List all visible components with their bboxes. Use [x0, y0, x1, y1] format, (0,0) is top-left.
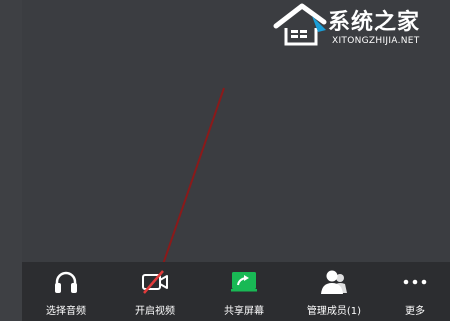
- more-dots-icon: [403, 279, 427, 285]
- house-logo-icon: [273, 3, 327, 46]
- video-camera-off-icon: [142, 270, 168, 294]
- select-audio-label: 选择音频: [46, 306, 86, 317]
- left-edge-strip: [0, 0, 22, 321]
- meeting-toolbar: 选择音频 开启视频 共享屏幕 管理成员(1) 更多: [22, 262, 450, 321]
- watermark-title: 系统之家: [328, 10, 421, 35]
- more-label: 更多: [405, 306, 425, 317]
- share-screen-label: 共享屏幕: [224, 306, 264, 317]
- share-screen-icon: [231, 272, 257, 292]
- manage-members-label: 管理成员(1): [306, 306, 362, 317]
- site-watermark: 系统之家 XITONGZHIJIA.NET: [272, 2, 448, 50]
- manage-members-button[interactable]: 管理成员(1): [288, 262, 380, 321]
- watermark-url: XITONGZHIJIA.NET: [332, 36, 420, 46]
- start-video-label: 开启视频: [135, 306, 175, 317]
- headphones-icon: [55, 271, 77, 293]
- start-video-button[interactable]: 开启视频: [110, 262, 200, 321]
- share-screen-button[interactable]: 共享屏幕: [200, 262, 288, 321]
- more-button[interactable]: 更多: [380, 262, 450, 321]
- members-icon: [321, 270, 347, 294]
- select-audio-button[interactable]: 选择音频: [22, 262, 110, 321]
